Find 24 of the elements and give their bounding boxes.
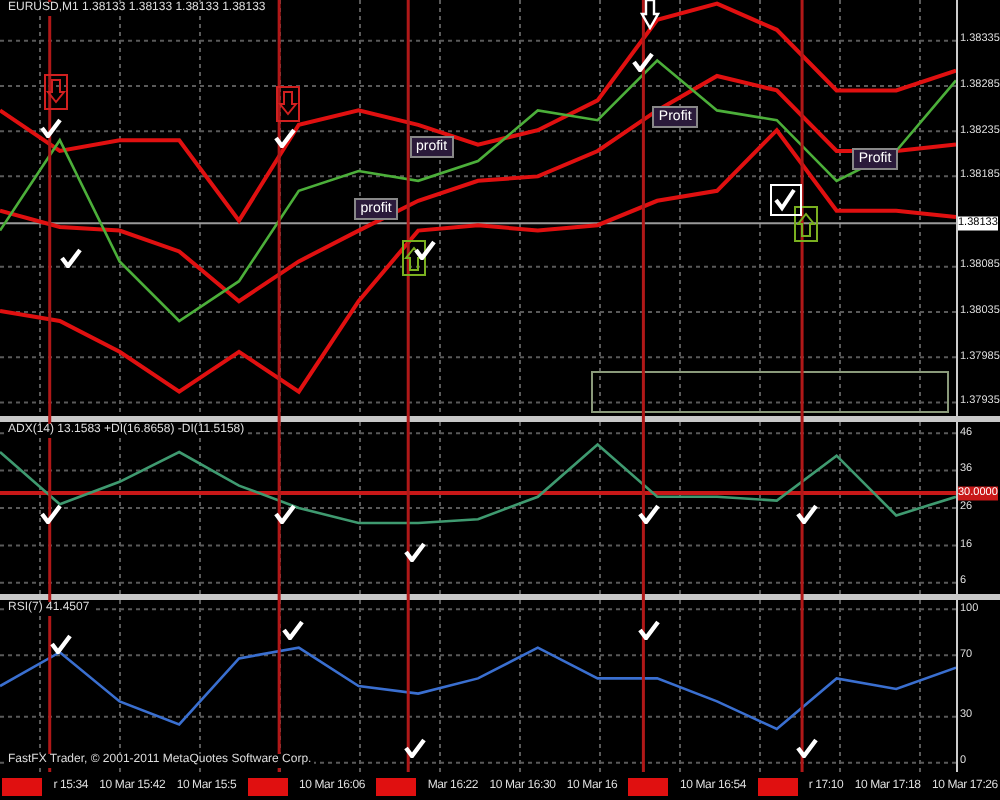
down-arrow-icon	[276, 86, 301, 122]
checkmark-icon	[796, 737, 819, 758]
checkmark-icon	[796, 504, 819, 525]
time-cursor-marker	[376, 777, 417, 795]
checkmark-icon	[282, 620, 305, 641]
checkmark-icon	[39, 504, 62, 525]
time-cursor-marker	[247, 777, 288, 795]
checkmark-icon	[637, 620, 660, 641]
checkmark-icon	[50, 633, 73, 653]
checkmark-icon	[59, 247, 82, 268]
down-arrow-icon	[640, 0, 661, 31]
checkmark-icon	[274, 127, 297, 148]
down-arrow-icon	[43, 73, 68, 110]
checkmark-icon	[770, 183, 803, 216]
checkmark-icon	[631, 52, 654, 73]
checkmark-icon	[39, 118, 62, 139]
time-cursor-marker	[2, 777, 42, 795]
time-cursor-marker	[628, 777, 669, 795]
checkmark-icon	[274, 504, 297, 525]
checkmark-icon	[414, 239, 437, 260]
checkmark-icon	[403, 737, 426, 758]
time-cursor-marker	[757, 777, 798, 795]
checkmark-icon	[403, 542, 426, 563]
checkmark-icon	[637, 504, 660, 525]
